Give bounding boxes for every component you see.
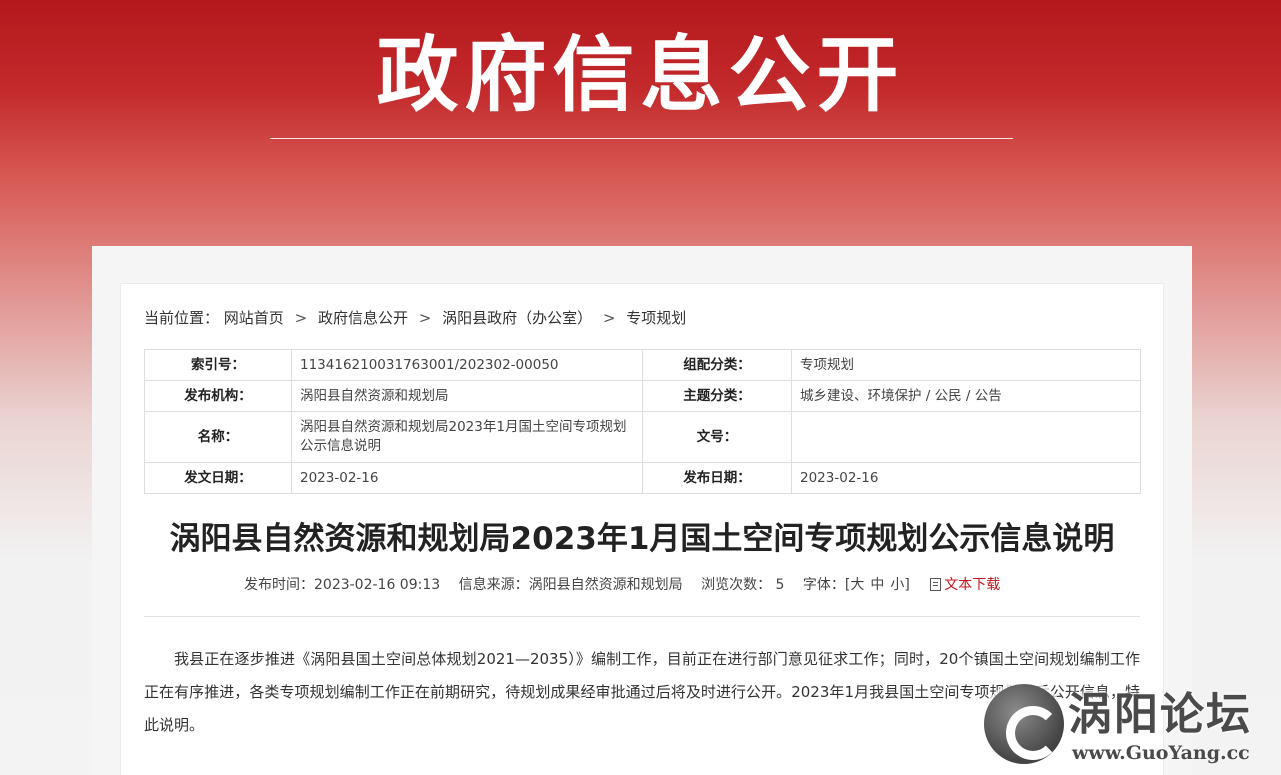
watermark-name: 涡阳论坛 (1068, 689, 1252, 740)
name-label: 名称： (144, 411, 292, 463)
name-value: 涡阳县自然资源和规划局2023年1月国土空间专项规划公示信息说明 (291, 411, 643, 463)
category-value: 专项规划 (791, 349, 1141, 381)
breadcrumb-special-planning[interactable]: 专项规划 (626, 309, 686, 327)
publish-time: 发布时间：2023-02-16 09:13 (244, 577, 441, 593)
banner-title: 政府信息公开 (376, 28, 905, 123)
breadcrumb-separator: > (602, 309, 616, 327)
category-label: 组配分类： (642, 349, 792, 381)
breadcrumb-gov-info[interactable]: 政府信息公开 (318, 309, 408, 327)
font-size-bracket-end: ] (904, 577, 910, 593)
meta-info-table: 索引号： 113416210031763001/202302-00050 组配分… (144, 349, 1141, 494)
issue-date-value: 2023-02-16 (291, 462, 643, 494)
text-download-label: 文本下载 (944, 577, 1001, 593)
info-source: 信息来源：涡阳县自然资源和规划局 (458, 577, 683, 593)
font-small-button[interactable]: 小 (890, 577, 904, 593)
meta-row: 发布机构： 涡阳县自然资源和规划局 主题分类： 城乡建设、环境保护 / 公民 /… (144, 380, 1141, 412)
watermark-logo: 涡阳论坛 www.GuoYang.cc (980, 680, 1275, 772)
font-size-control: 字体：[大中小] (803, 577, 910, 593)
font-medium-button[interactable]: 中 (870, 577, 884, 593)
breadcrumb-county-office[interactable]: 涡阳县政府（办公室） (442, 309, 592, 327)
meta-row: 名称： 涡阳县自然资源和规划局2023年1月国土空间专项规划公示信息说明 文号： (144, 411, 1141, 463)
document-icon (930, 578, 942, 591)
issue-date-label: 发文日期： (144, 462, 292, 494)
breadcrumb: 当前位置： 网站首页 > 政府信息公开 > 涡阳县政府（办公室） > 专项规划 (144, 308, 686, 328)
publish-date-value: 2023-02-16 (791, 462, 1141, 494)
publisher-value: 涡阳县自然资源和规划局 (291, 380, 643, 412)
breadcrumb-separator: > (294, 309, 308, 327)
view-count: 浏览次数： 5 (701, 577, 785, 593)
font-large-button[interactable]: 大 (850, 577, 864, 593)
doc-no-value (791, 411, 1141, 463)
banner-divider (270, 138, 1013, 139)
forum-logo-icon (984, 684, 1064, 764)
meta-row: 索引号： 113416210031763001/202302-00050 组配分… (144, 349, 1141, 381)
index-no-label: 索引号： (144, 349, 292, 381)
meta-row: 发文日期： 2023-02-16 发布日期： 2023-02-16 (144, 462, 1141, 494)
breadcrumb-home[interactable]: 网站首页 (224, 309, 284, 327)
topic-label: 主题分类： (642, 380, 792, 412)
article-info-line: 发布时间：2023-02-16 09:13 信息来源：涡阳县自然资源和规划局 浏… (244, 575, 1014, 595)
doc-no-label: 文号： (642, 411, 792, 463)
publisher-label: 发布机构： (144, 380, 292, 412)
font-size-label: 字体：[ (802, 577, 851, 593)
text-download-link[interactable]: 文本下载 (930, 577, 1000, 593)
watermark-url: www.GuoYang.cc (1072, 742, 1250, 764)
publish-date-label: 发布日期： (642, 462, 792, 494)
article-title: 涡阳县自然资源和规划局2023年1月国土空间专项规划公示信息说明 (169, 521, 1115, 557)
index-no-value: 113416210031763001/202302-00050 (291, 349, 643, 381)
breadcrumb-prefix: 当前位置： (144, 309, 220, 327)
article-divider (144, 616, 1140, 617)
breadcrumb-separator: > (418, 309, 432, 327)
topic-value: 城乡建设、环境保护 / 公民 / 公告 (791, 380, 1141, 412)
